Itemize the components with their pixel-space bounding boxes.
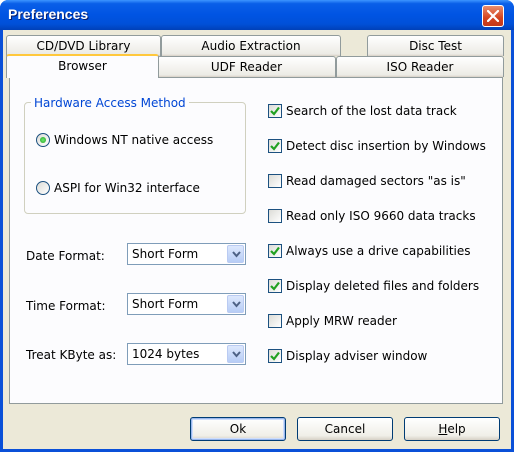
checkbox-label[interactable]: Always use a drive capabilities [286, 244, 471, 258]
tab-label: CD/DVD Library [36, 39, 131, 53]
tab-label: Audio Extraction [201, 39, 301, 53]
dropdown-button[interactable] [227, 295, 244, 313]
help-button[interactable]: Help [404, 417, 500, 441]
time-format-select[interactable]: Short Form [127, 293, 246, 315]
checkbox-label[interactable]: Read only ISO 9660 data tracks [286, 209, 476, 223]
checkbox-label[interactable]: Read damaged sectors "as is" [286, 174, 466, 188]
dialog-client-area: CD/DVD Library Audio Extraction Disc Tes… [3, 30, 511, 449]
kbyte-value: 1024 bytes [132, 347, 200, 361]
tab-iso-reader[interactable]: ISO Reader [336, 56, 504, 77]
radio-label[interactable]: ASPI for Win32 interface [54, 181, 200, 195]
tab-label: UDF Reader [210, 60, 283, 74]
checkbox-apply-mrw[interactable] [268, 314, 282, 328]
chevron-down-icon [232, 251, 241, 258]
checkmark-icon [270, 246, 280, 256]
tab-cd-dvd-library[interactable]: CD/DVD Library [6, 35, 161, 56]
time-format-label: Time Format: [26, 299, 106, 313]
title-bar[interactable]: Preferences [0, 0, 514, 30]
tab-browser[interactable]: Browser [6, 54, 159, 78]
kbyte-label: Treat KByte as: [26, 348, 117, 362]
date-format-select[interactable]: Short Form [127, 243, 246, 265]
checkmark-icon [270, 106, 280, 116]
checkmark-icon [270, 351, 280, 361]
chevron-down-icon [232, 301, 241, 308]
dropdown-button[interactable] [227, 345, 244, 363]
dropdown-button[interactable] [227, 245, 244, 263]
help-label-rest: elp [447, 422, 466, 436]
checkmark-icon [270, 141, 280, 151]
chevron-down-icon [232, 351, 241, 358]
tab-disc-test[interactable]: Disc Test [367, 35, 504, 56]
tab-audio-extraction[interactable]: Audio Extraction [161, 35, 341, 56]
checkbox-read-damaged-sectors[interactable] [268, 174, 282, 188]
date-format-value: Short Form [132, 247, 199, 261]
checkbox-label[interactable]: Detect disc insertion by Windows [286, 139, 486, 153]
checkbox-label[interactable]: Display deleted files and folders [286, 279, 479, 293]
checkbox-search-lost-track[interactable] [268, 104, 282, 118]
tab-label: Browser [58, 59, 107, 73]
checkbox-read-only-iso9660[interactable] [268, 209, 282, 223]
checkbox-label[interactable]: Search of the lost data track [286, 104, 457, 118]
preferences-window: Preferences CD/DVD Library Audio Extract… [0, 0, 514, 452]
checkbox-display-adviser[interactable] [268, 349, 282, 363]
checkbox-detect-disc-insertion[interactable] [268, 139, 282, 153]
ok-button[interactable]: Ok [190, 417, 286, 441]
window-title: Preferences [8, 6, 89, 22]
checkbox-display-deleted[interactable] [268, 279, 282, 293]
tab-label: ISO Reader [386, 60, 454, 74]
help-accelerator: H [438, 422, 448, 436]
radio-label[interactable]: Windows NT native access [54, 133, 213, 147]
kbyte-select[interactable]: 1024 bytes [127, 343, 246, 365]
checkbox-drive-capabilities[interactable] [268, 244, 282, 258]
cancel-button[interactable]: Cancel [297, 417, 393, 441]
checkbox-label[interactable]: Display adviser window [286, 349, 427, 363]
group-title: Hardware Access Method [31, 96, 189, 110]
radio-windows-nt[interactable] [36, 133, 50, 147]
tab-udf-reader[interactable]: UDF Reader [157, 56, 336, 77]
close-icon [487, 10, 499, 22]
close-button[interactable] [482, 5, 504, 27]
radio-aspi[interactable] [36, 181, 50, 195]
hardware-access-group [24, 102, 246, 214]
time-format-value: Short Form [132, 297, 199, 311]
checkmark-icon [270, 281, 280, 291]
tab-label: Disc Test [409, 39, 462, 53]
checkbox-label[interactable]: Apply MRW reader [286, 314, 397, 328]
date-format-label: Date Format: [26, 249, 105, 263]
